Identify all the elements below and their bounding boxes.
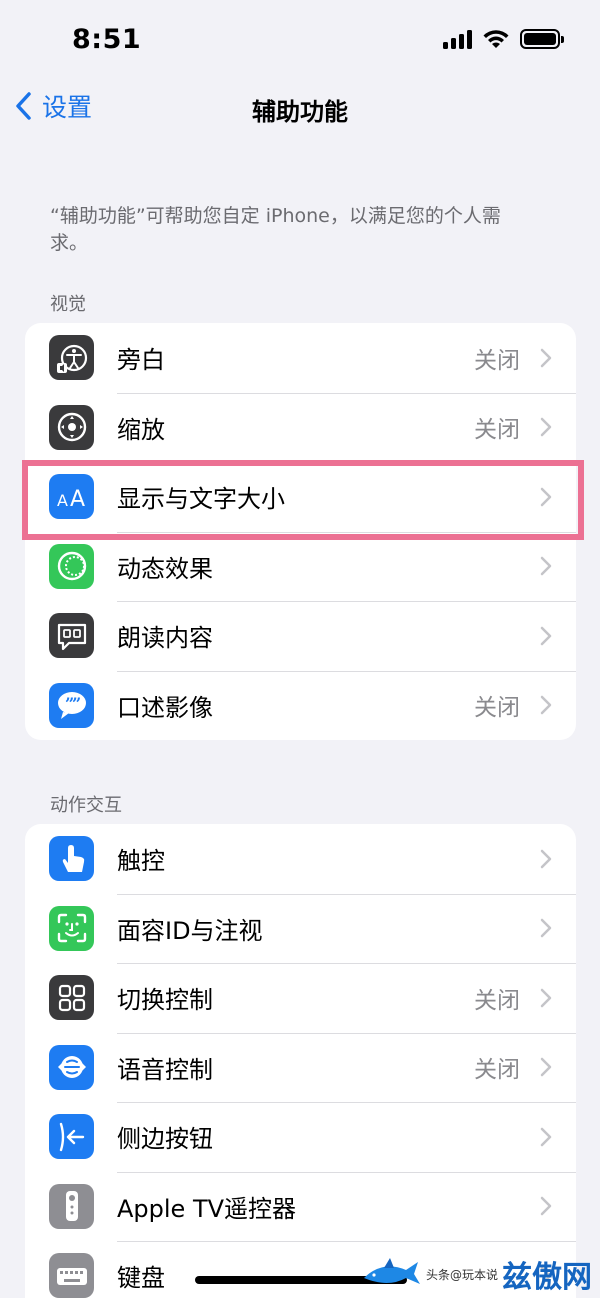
chevron-right-icon <box>540 557 552 576</box>
wifi-icon <box>483 30 509 48</box>
chevron-right-icon <box>540 1197 552 1216</box>
row-label: 语音控制 <box>117 1055 213 1084</box>
row-label: 旁白 <box>117 346 165 375</box>
row-label: 面容ID与注视 <box>117 916 263 945</box>
row-value: 关闭 <box>474 695 520 722</box>
settings-row[interactable]: 动态效果 <box>25 531 576 602</box>
settings-row[interactable]: ”” 口述影像 关闭 <box>25 670 576 741</box>
chevron-right-icon <box>540 696 552 715</box>
row-value: 关闭 <box>474 1057 520 1084</box>
chevron-right-icon <box>540 919 552 938</box>
settings-row[interactable]: 旁白 关闭 <box>25 323 576 393</box>
row-label: 触控 <box>117 847 165 876</box>
audio-descriptions-icon: ”” <box>49 682 94 728</box>
settings-row[interactable]: A A 显示与文字大小 <box>25 462 576 532</box>
row-label: 键盘 <box>117 1264 165 1293</box>
chevron-right-icon <box>540 1127 552 1146</box>
row-label: 朗读内容 <box>117 624 213 653</box>
chevron-right-icon <box>540 1058 552 1077</box>
spoken-content-icon <box>49 613 94 659</box>
row-label: 切换控制 <box>117 986 213 1015</box>
touch-icon <box>49 836 94 882</box>
settings-row[interactable]: Apple TV遥控器 <box>25 1171 576 1242</box>
section-header-vision: 视觉 <box>50 294 86 315</box>
face-id-icon <box>49 905 94 951</box>
side-button-icon <box>49 1114 94 1160</box>
row-value: 关闭 <box>474 347 520 374</box>
intro-description: “辅助功能”可帮助您自定 iPhone，以满足您的个人需求。 <box>50 205 501 254</box>
row-label: 显示与文字大小 <box>117 485 285 514</box>
chevron-right-icon <box>540 988 552 1007</box>
row-label: 动态效果 <box>117 554 213 583</box>
navigation-bar: 设置 辅助功能 <box>0 80 600 136</box>
motion-icon <box>49 543 94 589</box>
page-title: 辅助功能 <box>252 98 348 126</box>
svg-text:A: A <box>70 487 85 512</box>
watermark-brand: 兹傲网 <box>502 1260 592 1295</box>
voiceover-icon <box>49 335 94 381</box>
settings-row[interactable]: 语音控制 关闭 <box>25 1032 576 1103</box>
status-bar: 8:51 <box>0 0 600 80</box>
settings-row[interactable]: 朗读内容 <box>25 601 576 671</box>
display-text-size-icon: AA <box>49 474 94 520</box>
keyboard-icon <box>49 1253 94 1298</box>
row-label: Apple TV遥控器 <box>117 1194 297 1223</box>
row-label: 口述影像 <box>117 693 213 722</box>
settings-row[interactable]: 面容ID与注视 <box>25 893 576 964</box>
row-label: 侧边按钮 <box>117 1125 213 1154</box>
chevron-right-icon <box>540 626 552 645</box>
chevron-right-icon <box>540 348 552 367</box>
settings-group-vision: 旁白 关闭 缩放 关闭 A A 显示与文字大小 动态效果 朗读内容”” 口述影像 关闭 <box>25 323 576 740</box>
shark-logo-icon <box>363 1258 420 1284</box>
settings-row[interactable]: 触控 <box>25 824 576 894</box>
settings-row[interactable]: 切换控制 关闭 <box>25 963 576 1033</box>
watermark-text: 头条@玩本说 <box>425 1267 498 1282</box>
settings-row[interactable]: 缩放 关闭 <box>25 392 576 463</box>
apple-tv-remote-icon <box>49 1183 94 1229</box>
status-icons <box>443 28 564 50</box>
svg-text:A: A <box>57 491 68 510</box>
row-value: 关闭 <box>474 987 520 1014</box>
chevron-right-icon <box>540 849 552 868</box>
settings-row[interactable]: 侧边按钮 <box>25 1102 576 1172</box>
status-time: 8:51 <box>72 24 142 55</box>
settings-group-physical-motor: 触控 面容ID与注视 切换控制 关闭 语音控制 关闭 侧边按钮 Apple TV遥控器 键盘 <box>25 824 576 1298</box>
svg-text:”: ” <box>72 694 81 713</box>
voice-control-icon <box>49 1044 94 1090</box>
chevron-right-icon <box>540 487 552 506</box>
row-label: 缩放 <box>117 415 165 444</box>
section-header-physical-motor: 动作交互 <box>50 795 122 816</box>
zoom-icon <box>49 404 94 450</box>
watermark: 头条@玩本说 兹傲网 <box>362 1252 592 1296</box>
row-value: 关闭 <box>474 417 520 444</box>
chevron-right-icon <box>540 418 552 437</box>
cellular-signal-icon <box>443 29 472 49</box>
battery-icon <box>520 29 564 49</box>
switch-control-icon <box>49 975 94 1021</box>
